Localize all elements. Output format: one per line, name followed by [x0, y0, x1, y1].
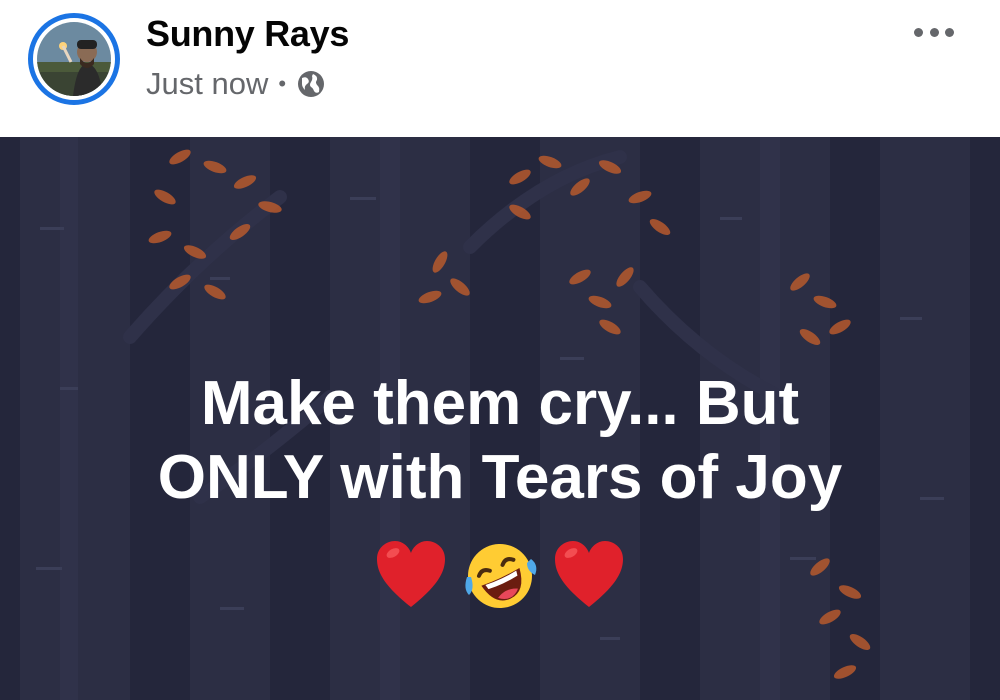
more-dot	[945, 27, 954, 37]
avatar[interactable]	[28, 13, 120, 105]
globe-icon[interactable]	[296, 69, 326, 99]
post-header: Sunny Rays Just now •	[0, 0, 1000, 137]
post-background: Make them cry... But ONLY with Tears of …	[0, 137, 1000, 700]
avatar-photo	[37, 22, 111, 96]
red-heart-icon	[555, 541, 623, 607]
meta-separator: •	[278, 71, 287, 96]
more-options-icon[interactable]	[914, 22, 954, 42]
emoji-row	[0, 537, 1000, 615]
rolling-laughing-emoji-icon	[465, 544, 537, 608]
post-card: Sunny Rays Just now • Make them cry... B…	[0, 0, 1000, 700]
more-dot	[914, 27, 923, 37]
timestamp[interactable]: Just now	[146, 66, 268, 102]
post-status-text: Make them cry... But ONLY with Tears of …	[0, 367, 1000, 515]
post-text-line-2: ONLY with Tears of Joy	[157, 443, 843, 512]
red-heart-icon	[377, 541, 445, 607]
post-text-line-1: Make them cry... But	[200, 369, 800, 438]
post-meta: Just now •	[146, 66, 326, 102]
more-dot	[929, 27, 939, 37]
author-name[interactable]: Sunny Rays	[146, 13, 349, 55]
